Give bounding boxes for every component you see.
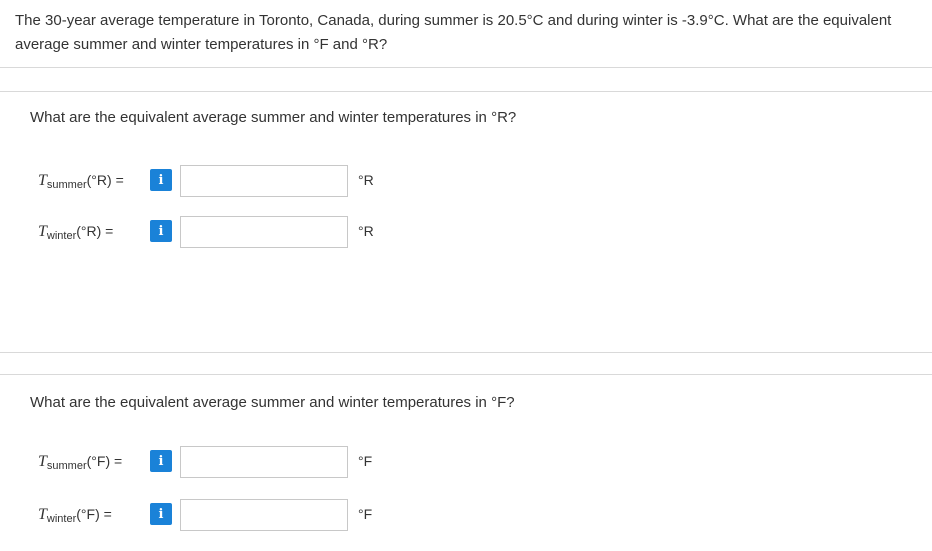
winter-rankine-label: Twinter(°R) = <box>38 223 114 242</box>
summer-rankine-input[interactable] <box>180 165 348 197</box>
winter-fahrenheit-input[interactable] <box>180 499 348 531</box>
winter-fahrenheit-row: Twinter(°F) = i °F <box>0 498 932 532</box>
info-icon[interactable]: i <box>150 169 172 191</box>
summer-rankine-label: Tsummer(°R) = <box>38 172 124 191</box>
info-icon[interactable]: i <box>150 450 172 472</box>
summer-fahrenheit-input[interactable] <box>180 446 348 478</box>
problem-statement: The 30-year average temperature in Toron… <box>0 0 932 68</box>
rankine-question: What are the equivalent average summer a… <box>30 109 517 126</box>
fahrenheit-part: What are the equivalent average summer a… <box>0 374 932 551</box>
summer-fahrenheit-row: Tsummer(°F) = i °F <box>0 445 932 479</box>
summer-fahrenheit-label: Tsummer(°F) = <box>38 453 123 472</box>
info-icon[interactable]: i <box>150 220 172 242</box>
info-icon[interactable]: i <box>150 503 172 525</box>
fahrenheit-question: What are the equivalent average summer a… <box>30 394 515 411</box>
winter-rankine-input[interactable] <box>180 216 348 248</box>
rankine-unit: °R <box>358 172 374 188</box>
problem-text: The 30-year average temperature in Toron… <box>15 12 892 53</box>
fahrenheit-unit: °F <box>358 506 373 522</box>
winter-fahrenheit-label: Twinter(°F) = <box>38 506 112 525</box>
fahrenheit-unit: °F <box>358 453 373 469</box>
rankine-unit: °R <box>358 223 374 239</box>
winter-rankine-row: Twinter(°R) = i °R <box>0 215 932 249</box>
rankine-part: What are the equivalent average summer a… <box>0 91 932 353</box>
summer-rankine-row: Tsummer(°R) = i °R <box>0 164 932 198</box>
